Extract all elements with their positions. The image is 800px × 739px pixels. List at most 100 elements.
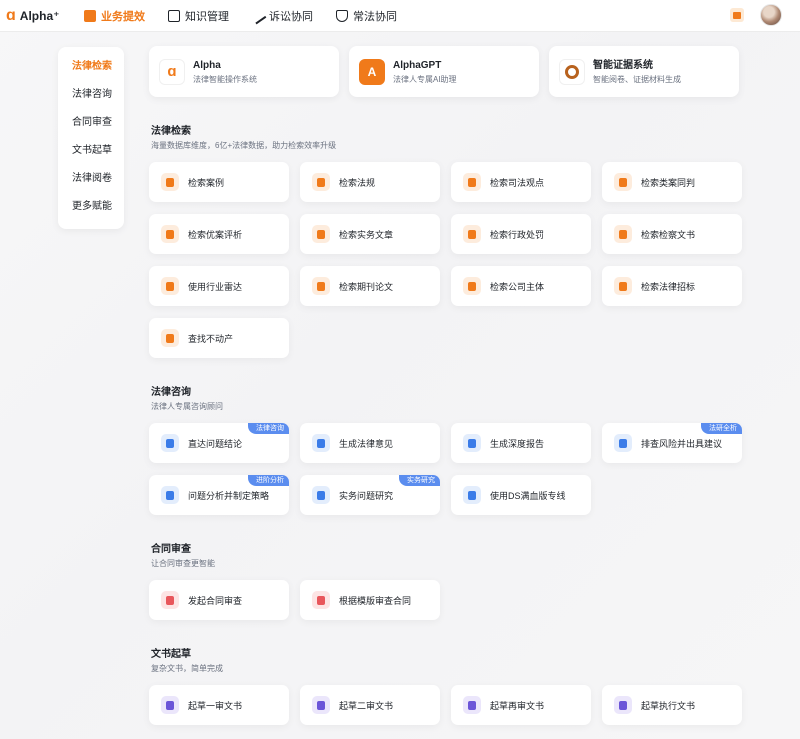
tool-label: 查找不动产 <box>188 333 234 344</box>
shield-icon <box>463 173 481 191</box>
main-content: ɑ Alpha 法律智能操作系统 A AlphaGPT 法律人专属AI助理 智能… <box>149 46 749 725</box>
product-card-alphagpt[interactable]: A AlphaGPT 法律人专属AI助理 <box>349 46 539 97</box>
gavel-icon <box>249 7 267 24</box>
tool-label: 检索优案评析 <box>188 229 243 240</box>
shield-icon <box>336 9 348 22</box>
tool-card[interactable]: 实务问题研究 实务研究 <box>300 475 440 515</box>
contract-review-icon <box>161 591 179 609</box>
tool-grid: 直达问题结论 法律咨询 生成法律意见 生成深度报告 排查风险并出具建议 法研全析 问题分析并… <box>149 423 751 515</box>
tool-card[interactable]: 查找不动产 <box>149 318 289 358</box>
nav-item-litigation[interactable]: 诉讼协同 <box>249 0 313 32</box>
tool-label: 起草执行文书 <box>641 700 696 711</box>
case-icon <box>161 173 179 191</box>
bid-icon <box>614 277 632 295</box>
tool-card[interactable]: 检索法律招标 <box>602 266 742 306</box>
tool-label: 实务问题研究 <box>339 490 394 501</box>
calendar-icon[interactable] <box>730 8 744 22</box>
draft-first-icon <box>161 696 179 714</box>
tool-grid: 起草一审文书 起草二审文书 起草再审文书 起草执行文书 <box>149 685 751 725</box>
tool-card[interactable]: 检索检察文书 <box>602 214 742 254</box>
sidebar-item-more[interactable]: 更多赋能 <box>58 199 124 227</box>
radar-icon <box>161 277 179 295</box>
product-card-evidence[interactable]: 智能证据系统 智能阅卷、证据材料生成 <box>549 46 739 97</box>
tool-card[interactable]: 发起合同审查 <box>149 580 289 620</box>
tool-label: 检索司法观点 <box>490 177 545 188</box>
section-subtitle: 海量数据库维度，6亿+法律数据，助力检索效率升级 <box>151 141 337 150</box>
document-icon <box>614 173 632 191</box>
section-title: 法律咨询 <box>151 387 191 398</box>
tool-grid: 检索案例 检索法规 检索司法观点 检索类案同判 检索优案评析 检索实务文章 检索行政处罚 检索… <box>149 162 751 358</box>
tool-card[interactable]: 使用行业雷达 <box>149 266 289 306</box>
tool-card[interactable]: 直达问题结论 法律咨询 <box>149 423 289 463</box>
sidebar-item-case-reading[interactable]: 法律阅卷 <box>58 171 124 199</box>
tool-label: 检索案例 <box>188 177 225 188</box>
tool-label: 直达问题结论 <box>188 438 243 449</box>
tool-card[interactable]: 生成法律意见 <box>300 423 440 463</box>
tool-card[interactable]: 起草再审文书 <box>451 685 591 725</box>
tool-label: 检索检察文书 <box>641 229 696 240</box>
product-card-alpha[interactable]: ɑ Alpha 法律智能操作系统 <box>149 46 339 97</box>
location-icon <box>161 329 179 347</box>
section: 文书起草 复杂文书，简单完成 起草一审文书 起草二审文书 起草再审文书 起草执行文书 <box>149 648 749 725</box>
chart-icon <box>84 9 96 22</box>
feature-badge: 实务研究 <box>399 475 440 486</box>
nav-item-business-efficiency[interactable]: 业务提效 <box>84 0 145 32</box>
nav-item-counsel[interactable]: 常法协同 <box>336 0 397 32</box>
feature-badge: 法律咨询 <box>248 423 289 434</box>
tool-label: 排查风险并出具建议 <box>641 438 723 449</box>
nav-item-label: 诉讼协同 <box>269 10 313 23</box>
tool-label: 检索实务文章 <box>339 229 394 240</box>
tool-card[interactable]: 起草二审文书 <box>300 685 440 725</box>
tool-card[interactable]: 检索优案评析 <box>149 214 289 254</box>
avatar[interactable] <box>760 4 782 26</box>
tool-card[interactable]: 起草执行文书 <box>602 685 742 725</box>
nav-item-knowledge[interactable]: 知识管理 <box>168 0 229 32</box>
tool-card[interactable]: 问题分析并制定策略 进阶分析 <box>149 475 289 515</box>
clipboard-icon <box>312 225 330 243</box>
tool-label: 检索公司主体 <box>490 281 545 292</box>
sidebar-item-contract-review[interactable]: 合同审查 <box>58 115 124 143</box>
tool-card[interactable]: 检索实务文章 <box>300 214 440 254</box>
tool-label: 生成法律意见 <box>339 438 394 449</box>
nav-item-label: 知识管理 <box>185 10 229 23</box>
tool-card[interactable]: 检索司法观点 <box>451 162 591 202</box>
tool-label: 检索行政处罚 <box>490 229 545 240</box>
app-logo[interactable]: ɑ Alpha⁺ <box>6 7 84 24</box>
product-desc: 法律人专属AI助理 <box>393 74 457 84</box>
tool-label: 根据模版审查合同 <box>339 595 412 606</box>
sidebar-item-legal-search[interactable]: 法律检索 <box>58 59 124 87</box>
nav-item-label: 业务提效 <box>101 10 145 23</box>
product-cards: ɑ Alpha 法律智能操作系统 A AlphaGPT 法律人专属AI助理 智能… <box>149 46 749 97</box>
draft-second-icon <box>312 696 330 714</box>
app-logo-text: Alpha⁺ <box>19 8 60 23</box>
tool-label: 生成深度报告 <box>490 438 545 449</box>
sidebar-item-legal-consult[interactable]: 法律咨询 <box>58 87 124 115</box>
section: 法律咨询 法律人专属咨询顾问 直达问题结论 法律咨询 生成法律意见 生成深度报告 排查风险并… <box>149 386 749 515</box>
tool-card[interactable]: 检索类案同判 <box>602 162 742 202</box>
product-name: Alpha <box>193 59 221 71</box>
tool-card[interactable]: 起草一审文书 <box>149 685 289 725</box>
tool-card[interactable]: 检索行政处罚 <box>451 214 591 254</box>
tool-label: 使用DS满血版专线 <box>490 490 566 501</box>
tool-card[interactable]: 检索法规 <box>300 162 440 202</box>
tool-grid: 发起合同审查 根据模版审查合同 <box>149 580 751 620</box>
report-icon <box>463 434 481 452</box>
section-title: 法律检索 <box>151 126 191 137</box>
section-title: 合同审查 <box>151 544 191 555</box>
tool-label: 使用行业雷达 <box>188 281 243 292</box>
risk-icon <box>614 434 632 452</box>
tool-card[interactable]: 检索案例 <box>149 162 289 202</box>
tool-card[interactable]: 排查风险并出具建议 法研全析 <box>602 423 742 463</box>
tool-card[interactable]: 检索公司主体 <box>451 266 591 306</box>
tool-card[interactable]: 根据模版审查合同 <box>300 580 440 620</box>
image-icon <box>161 225 179 243</box>
tool-card[interactable]: 使用DS满血版专线 <box>451 475 591 515</box>
product-name: AlphaGPT <box>393 59 442 71</box>
tool-card[interactable]: 生成深度报告 <box>451 423 591 463</box>
sidebar-item-drafting[interactable]: 文书起草 <box>58 143 124 171</box>
tool-label: 起草二审文书 <box>339 700 394 711</box>
tool-label: 检索类案同判 <box>641 177 696 188</box>
regulation-icon <box>312 173 330 191</box>
template-review-icon <box>312 591 330 609</box>
tool-card[interactable]: 检索期刊论文 <box>300 266 440 306</box>
